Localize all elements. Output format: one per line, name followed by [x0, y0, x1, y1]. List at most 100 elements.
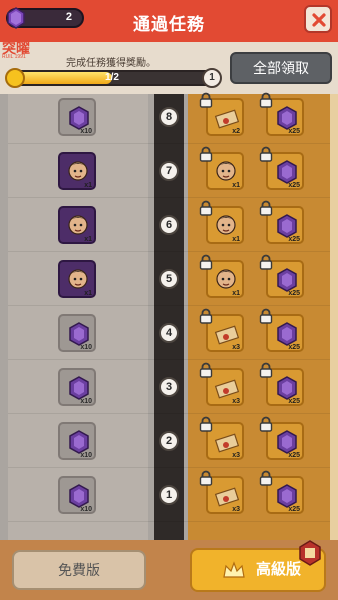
reward-quantity: x10 — [80, 452, 92, 459]
free-reward-tile[interactable]: x10 — [58, 368, 96, 406]
reward-quantity: x1 — [84, 182, 92, 189]
mission-progress-bar: 1/2 — [5, 68, 218, 88]
mission-summary: 完成任務獲得獎勵。 1/2 1 全部領取 — [0, 42, 338, 94]
lock-icon — [258, 254, 274, 270]
reward-quantity: x3 — [232, 344, 240, 351]
lock-icon — [258, 200, 274, 216]
reward-quantity: x1 — [84, 290, 92, 297]
reward-quantity: x10 — [80, 506, 92, 513]
lock-icon — [198, 254, 214, 270]
reward-row: x10 4 x3 x25 — [0, 306, 338, 360]
reward-row: x1 5 x1 x25 — [0, 252, 338, 306]
gem-icon — [277, 214, 297, 238]
gem-icon — [69, 484, 89, 508]
free-tier-button[interactable]: 免費版 — [12, 550, 146, 590]
lock-icon — [198, 470, 214, 486]
free-reward-tile[interactable]: x1 — [58, 152, 96, 190]
lock-icon — [198, 362, 214, 378]
reward-quantity: x3 — [232, 398, 240, 405]
header-bar: 2 通過任務 — [0, 0, 338, 42]
gem-icon — [69, 430, 89, 454]
lock-icon — [258, 470, 274, 486]
progress-level-badge: 1 — [202, 68, 222, 88]
reward-quantity: x25 — [288, 398, 300, 405]
close-icon — [312, 13, 326, 27]
scroll-icon — [214, 433, 240, 453]
reward-row: x1 6 x1 x25 — [0, 198, 338, 252]
premium-tier-button[interactable]: 高級版 — [190, 540, 326, 592]
reward-track[interactable]: x10 8 x2 x25 x1 7 x1 x25 x1 6 x1 x25 x1 5 x1 x25 x10 4 x3 x… — [0, 92, 338, 540]
scroll-icon — [214, 379, 240, 399]
reward-quantity: x3 — [232, 506, 240, 513]
page-title: 通過任務 — [133, 15, 205, 34]
reward-quantity: x25 — [288, 344, 300, 351]
progress-text: 1/2 — [105, 72, 119, 83]
reward-row: x1 7 x1 x25 — [0, 144, 338, 198]
gem-icon — [277, 376, 297, 400]
lock-icon — [258, 308, 274, 324]
level-badge: 1 — [159, 485, 179, 505]
reward-quantity: x25 — [288, 236, 300, 243]
lock-icon — [258, 362, 274, 378]
level-badge: 3 — [159, 377, 179, 397]
level-badge: 2 — [159, 431, 179, 451]
reward-quantity: x25 — [288, 128, 300, 135]
reward-row: x10 1 x3 x25 — [0, 468, 338, 522]
reward-quantity: x2 — [232, 128, 240, 135]
level-badge: 8 — [159, 107, 179, 127]
lock-icon — [198, 200, 214, 216]
level-badge: 4 — [159, 323, 179, 343]
reward-quantity: x3 — [232, 452, 240, 459]
gem-icon — [69, 376, 89, 400]
reward-quantity: x1 — [84, 236, 92, 243]
premium-tier-label: 高級版 — [256, 561, 302, 578]
level-badge: 6 — [159, 215, 179, 235]
free-reward-tile[interactable]: x1 — [58, 206, 96, 244]
lock-icon — [258, 92, 274, 108]
gem-icon — [277, 430, 297, 454]
row-divider — [8, 521, 330, 522]
lock-icon — [198, 416, 214, 432]
watermark-subtext: RUIL 1991 — [2, 54, 26, 60]
gem-icon — [277, 268, 297, 292]
claim-all-button[interactable]: 全部領取 — [230, 52, 332, 84]
reward-quantity: x1 — [232, 236, 240, 243]
reward-quantity: x10 — [80, 128, 92, 135]
level-badge: 7 — [159, 161, 179, 181]
reward-row: x10 3 x3 x25 — [0, 360, 338, 414]
scroll-icon — [214, 325, 240, 345]
crown-icon — [223, 561, 245, 578]
lock-icon — [198, 92, 214, 108]
reward-quantity: x1 — [232, 182, 240, 189]
reward-quantity: x25 — [288, 506, 300, 513]
scroll-icon — [214, 109, 240, 129]
free-reward-tile[interactable]: x10 — [58, 314, 96, 352]
level-badge: 5 — [159, 269, 179, 289]
scroll-icon — [214, 487, 240, 507]
free-reward-tile[interactable]: x10 — [58, 98, 96, 136]
reward-quantity: x1 — [232, 290, 240, 297]
lock-icon — [198, 146, 214, 162]
gem-icon — [277, 106, 297, 130]
reward-quantity: x10 — [80, 344, 92, 351]
close-button[interactable] — [304, 5, 332, 33]
gem-icon — [277, 160, 297, 184]
gem-icon — [277, 484, 297, 508]
free-reward-tile[interactable]: x10 — [58, 422, 96, 460]
lock-icon — [258, 416, 274, 432]
premium-badge-icon — [299, 540, 321, 566]
battle-pass-screen: 2 通過任務 完成任務獲得獎勵。 1/2 1 全部領取 突曜 RUIL 1991… — [0, 0, 338, 600]
free-reward-tile[interactable]: x10 — [58, 476, 96, 514]
lock-icon — [258, 146, 274, 162]
lock-icon — [198, 308, 214, 324]
reward-quantity: x10 — [80, 398, 92, 405]
reward-quantity: x25 — [288, 452, 300, 459]
reward-quantity: x25 — [288, 182, 300, 189]
reward-row: x10 2 x3 x25 — [0, 414, 338, 468]
free-reward-tile[interactable]: x1 — [58, 260, 96, 298]
footer-bar: 免費版 高級版 — [0, 540, 338, 600]
gem-icon — [69, 106, 89, 130]
gem-icon — [277, 322, 297, 346]
reward-row: x10 8 x2 x25 — [0, 90, 338, 144]
reward-quantity: x25 — [288, 290, 300, 297]
